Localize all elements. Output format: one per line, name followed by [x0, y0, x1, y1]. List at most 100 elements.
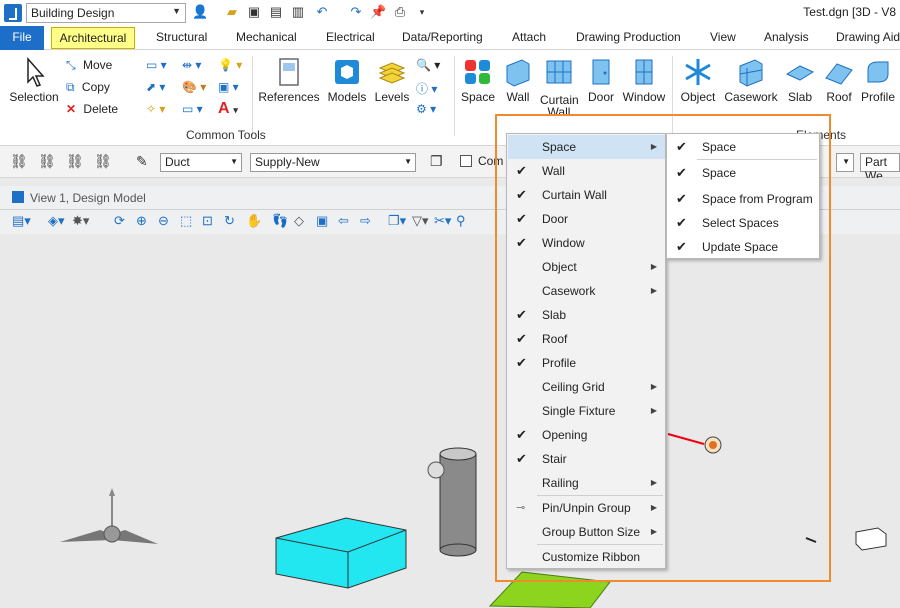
- menu-item-ceiling-grid[interactable]: Ceiling Grid ▶: [508, 375, 665, 399]
- menu-item-profile[interactable]: ✔ Profile: [508, 351, 665, 375]
- info-icon[interactable]: ⓘ ▾: [416, 80, 437, 97]
- next-view-icon[interactable]: ⇨: [360, 213, 371, 229]
- layers-icon[interactable]: ❐: [430, 153, 443, 170]
- submenu-item-space[interactable]: ✔ Space: [668, 161, 819, 185]
- references-button[interactable]: References: [258, 56, 320, 104]
- light-bulb-icon[interactable]: 💡 ▾: [218, 58, 242, 72]
- models-button[interactable]: Models: [324, 56, 370, 104]
- window-area-icon[interactable]: ⬚: [180, 213, 192, 229]
- cell-icon[interactable]: ▣ ▾: [218, 80, 239, 94]
- customize-qat-icon[interactable]: ▾: [414, 4, 430, 20]
- open-folder-icon[interactable]: ▰: [224, 4, 240, 20]
- clip-mask-icon[interactable]: ▽▾: [412, 213, 429, 229]
- pan-view-icon[interactable]: ✋: [246, 213, 262, 229]
- move-button[interactable]: ⤡ Move: [66, 58, 112, 73]
- submenu-item-space-group[interactable]: ✔ Space: [668, 135, 819, 159]
- zoom-out-icon[interactable]: ⊖: [158, 213, 169, 229]
- view-attributes-icon[interactable]: ▤▾: [12, 213, 31, 229]
- menu-item-group-button-size[interactable]: Group Button Size ▶: [508, 520, 665, 544]
- undo-icon[interactable]: ↶: [314, 4, 330, 20]
- tab-analysis[interactable]: Analysis: [760, 26, 813, 50]
- space-button[interactable]: Space: [460, 56, 496, 104]
- copy-button[interactable]: ⧉ Copy: [66, 80, 110, 95]
- com-checkbox[interactable]: [460, 155, 472, 167]
- hidden-dropdown[interactable]: ▼: [836, 153, 854, 172]
- menu-item-space[interactable]: Space ▶: [508, 135, 665, 159]
- pin-icon[interactable]: 📌: [370, 4, 386, 20]
- tab-mechanical[interactable]: Mechanical: [232, 26, 301, 50]
- cylinder-element[interactable]: [427, 447, 477, 557]
- tab-electrical[interactable]: Electrical: [322, 26, 379, 50]
- slab-button[interactable]: Slab: [782, 56, 818, 104]
- menu-item-railing[interactable]: Railing ▶: [508, 471, 665, 495]
- menu-item-pin-unpin-group[interactable]: ⊸ Pin/Unpin Group ▶: [508, 496, 665, 520]
- menu-item-customize-ribbon[interactable]: Customize Ribbon: [508, 545, 665, 569]
- tooltip-icon[interactable]: ⚲: [456, 213, 466, 229]
- object-button[interactable]: Object: [678, 56, 718, 104]
- tab-data-reporting[interactable]: Data/Reporting: [398, 26, 487, 50]
- duct-tool-4-icon[interactable]: ⛓: [94, 153, 112, 170]
- menu-item-curtain-wall[interactable]: ✔ Curtain Wall: [508, 183, 665, 207]
- wall-button[interactable]: Wall: [500, 56, 536, 104]
- workflow-dropdown[interactable]: Building Design ▼: [26, 3, 186, 23]
- selection-button[interactable]: Selection: [8, 56, 60, 104]
- casework-button[interactable]: Casework: [722, 56, 780, 104]
- submenu-item-space-from-program[interactable]: ✔ Space from Program: [668, 187, 819, 211]
- pick-icon[interactable]: ✎: [136, 153, 148, 170]
- settings-icon[interactable]: ⚙ ▾: [416, 102, 436, 116]
- fit-view-icon[interactable]: ⊡: [202, 213, 213, 229]
- previous-view-icon[interactable]: ⇦: [338, 213, 349, 229]
- menu-item-opening[interactable]: ✔ Opening: [508, 423, 665, 447]
- update-view-icon[interactable]: ⟳: [114, 213, 125, 229]
- levels-button[interactable]: Levels: [372, 56, 412, 104]
- menu-item-door[interactable]: ✔ Door: [508, 207, 665, 231]
- text-icon[interactable]: A ▾: [218, 100, 238, 118]
- submenu-item-update-space[interactable]: ✔ Update Space: [668, 235, 819, 259]
- app-logo-icon[interactable]: [4, 4, 22, 22]
- tab-file[interactable]: File: [0, 26, 44, 50]
- fly-icon[interactable]: ◇: [294, 213, 304, 229]
- menu-item-casework[interactable]: Casework ▶: [508, 279, 665, 303]
- profile-button[interactable]: Profile: [858, 56, 898, 104]
- tab-drawing-aids[interactable]: Drawing Aid: [832, 26, 900, 50]
- redo-icon[interactable]: ↷: [348, 4, 364, 20]
- duct-tool-3-icon[interactable]: ⛓: [66, 153, 84, 170]
- user-icon[interactable]: 👤: [192, 4, 208, 20]
- fence-icon[interactable]: ▭ ▾: [182, 102, 203, 116]
- clip-volume-icon[interactable]: ❐▾: [388, 213, 406, 229]
- zoom-in-icon[interactable]: ⊕: [136, 213, 147, 229]
- attribute-icon[interactable]: ✧ ▾: [146, 102, 165, 116]
- small-box-element[interactable]: [855, 527, 887, 551]
- walk-icon[interactable]: 👣: [272, 213, 288, 229]
- menu-item-single-fixture[interactable]: Single Fixture ▶: [508, 399, 665, 423]
- system-type-dropdown[interactable]: Duct ▼: [160, 153, 242, 172]
- save-settings-icon[interactable]: ▤: [268, 4, 284, 20]
- door-button[interactable]: Door: [584, 56, 618, 104]
- place-line-icon[interactable]: ▭ ▾: [146, 58, 167, 72]
- menu-item-window[interactable]: ✔ Window: [508, 231, 665, 255]
- save-icon[interactable]: ▣: [246, 4, 262, 20]
- duct-tool-icon[interactable]: ⛓: [10, 153, 28, 170]
- rotate-view-icon[interactable]: ↻: [224, 213, 235, 229]
- tab-attach[interactable]: Attach: [508, 26, 550, 50]
- menu-item-slab[interactable]: ✔ Slab: [508, 303, 665, 327]
- clear-clip-icon[interactable]: ✂▾: [434, 213, 451, 229]
- print-icon[interactable]: ⎙: [392, 4, 408, 20]
- light-icon[interactable]: ✸▾: [72, 213, 89, 229]
- cyan-box-element[interactable]: [275, 517, 407, 589]
- dimension-icon[interactable]: ⇹ ▾: [182, 58, 201, 72]
- tab-drawing-production[interactable]: Drawing Production: [572, 26, 685, 50]
- window-button[interactable]: Window: [620, 56, 668, 104]
- display-style-icon[interactable]: ◈▾: [48, 213, 65, 229]
- curtain-wall-button[interactable]: [538, 56, 580, 90]
- tab-architectural[interactable]: Architectural: [51, 27, 135, 49]
- roof-button[interactable]: Roof: [822, 56, 856, 104]
- system-dropdown[interactable]: Supply-New ▼: [250, 153, 416, 172]
- menu-item-object[interactable]: Object ▶: [508, 255, 665, 279]
- search-icon[interactable]: 🔍 ▾: [416, 58, 440, 72]
- duct-tool-2-icon[interactable]: ⛓: [38, 153, 56, 170]
- camera-icon[interactable]: ▣: [316, 213, 328, 229]
- menu-item-wall[interactable]: ✔ Wall: [508, 159, 665, 183]
- delete-button[interactable]: ✕ Delete: [66, 102, 118, 116]
- material-palette-icon[interactable]: 🎨 ▾: [182, 80, 206, 94]
